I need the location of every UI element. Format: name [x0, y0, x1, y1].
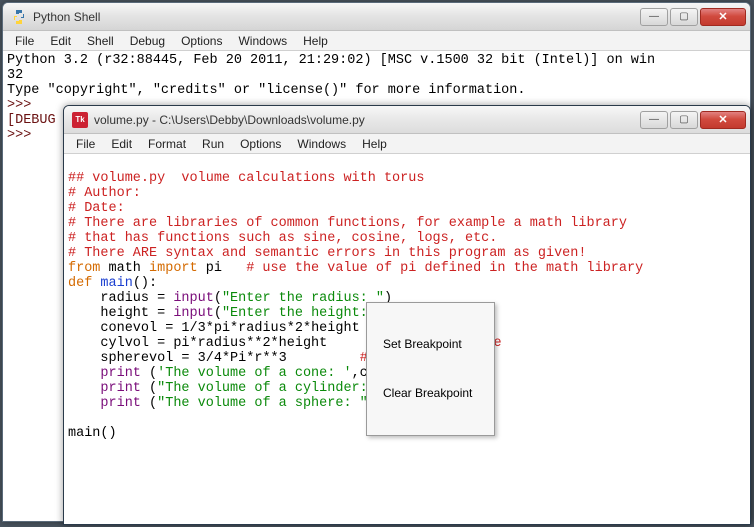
shell-menubar: File Edit Shell Debug Options Windows He… [3, 31, 750, 51]
menu-help[interactable]: Help [354, 135, 395, 153]
code-line: radius = input("Enter the radius: ") [68, 291, 392, 306]
menu-format[interactable]: Format [140, 135, 194, 153]
menu-shell[interactable]: Shell [79, 32, 122, 50]
menu-run[interactable]: Run [194, 135, 232, 153]
menu-windows[interactable]: Windows [289, 135, 354, 153]
close-button[interactable]: ✕ [700, 111, 746, 129]
code-line: # that has functions such as sine, cosin… [68, 231, 497, 246]
code-line: height = input("Enter the height: [68, 306, 368, 321]
menu-file[interactable]: File [7, 32, 42, 50]
shell-window-controls: — ▢ ✕ [638, 8, 746, 26]
code-line: # There ARE syntax and semantic errors i… [68, 246, 586, 261]
maximize-button[interactable]: ▢ [670, 111, 698, 129]
shell-debug: [DEBUG [7, 113, 56, 128]
code-line: ## volume.py volume calculations with to… [68, 171, 424, 186]
editor-window: Tk volume.py - C:\Users\Debby\Downloads\… [63, 105, 751, 525]
menu-file[interactable]: File [68, 135, 103, 153]
menu-windows[interactable]: Windows [230, 32, 295, 50]
editor-titlebar[interactable]: Tk volume.py - C:\Users\Debby\Downloads\… [64, 106, 750, 134]
context-set-breakpoint[interactable]: Set Breakpoint [369, 335, 492, 354]
menu-edit[interactable]: Edit [103, 135, 140, 153]
python-icon [11, 9, 27, 25]
code-line: from math import pi # use the value of p… [68, 261, 643, 276]
code-line: conevol = 1/3*pi*radius*2*height [68, 321, 360, 336]
menu-edit[interactable]: Edit [42, 32, 79, 50]
menu-debug[interactable]: Debug [122, 32, 173, 50]
code-line: # Author: [68, 186, 141, 201]
shell-prompt: >>> [7, 98, 39, 113]
editor-menubar: File Edit Format Run Options Windows Hel… [64, 134, 750, 154]
shell-titlebar[interactable]: Python Shell — ▢ ✕ [3, 3, 750, 31]
minimize-button[interactable]: — [640, 8, 668, 26]
maximize-button[interactable]: ▢ [670, 8, 698, 26]
code-line: main() [68, 426, 117, 441]
shell-prompt: >>> [7, 128, 39, 143]
editor-code-area[interactable]: ## volume.py volume calculations with to… [64, 154, 750, 524]
menu-options[interactable]: Options [232, 135, 289, 153]
minimize-button[interactable]: — [640, 111, 668, 129]
code-line: def main(): [68, 276, 157, 291]
context-clear-breakpoint[interactable]: Clear Breakpoint [369, 384, 492, 403]
close-button[interactable]: ✕ [700, 8, 746, 26]
menu-help[interactable]: Help [295, 32, 336, 50]
code-line: # There are libraries of common function… [68, 216, 627, 231]
shell-line: Type "copyright", "credits" or "license(… [7, 83, 525, 98]
code-line: # Date: [68, 201, 125, 216]
menu-options[interactable]: Options [173, 32, 230, 50]
shell-line: 32 [7, 68, 23, 83]
tk-icon: Tk [72, 112, 88, 128]
context-menu: Set Breakpoint Clear Breakpoint [366, 302, 495, 436]
shell-title: Python Shell [33, 10, 638, 24]
editor-title: volume.py - C:\Users\Debby\Downloads\vol… [94, 113, 638, 127]
shell-line: Python 3.2 (r32:88445, Feb 20 2011, 21:2… [7, 53, 655, 68]
editor-window-controls: — ▢ ✕ [638, 111, 746, 129]
